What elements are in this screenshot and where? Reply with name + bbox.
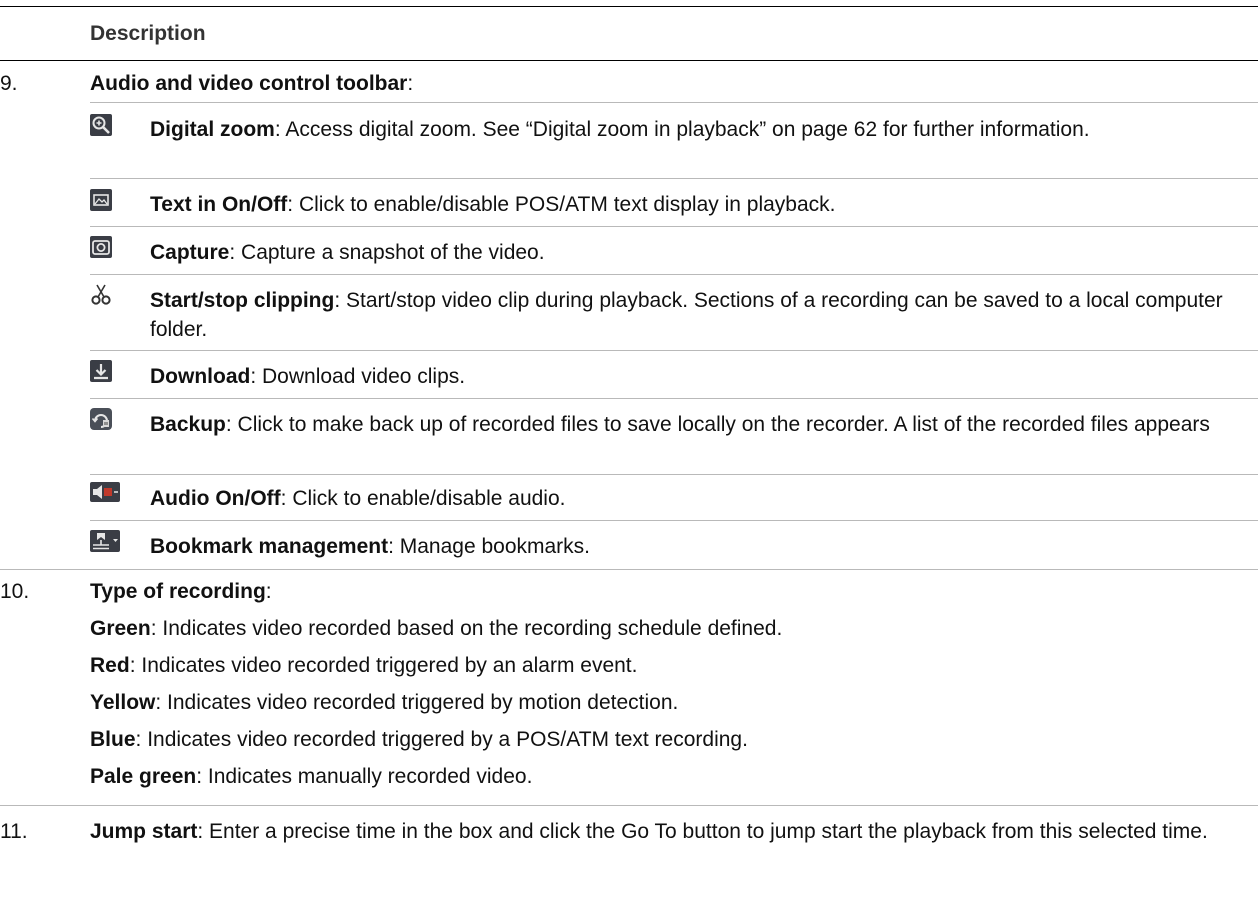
backup-icon — [90, 408, 112, 430]
pale-green-recording-item: Pale green: Indicates manually recorded … — [90, 765, 533, 788]
bookmark-description: Bookmark management: Manage bookmarks. — [150, 535, 591, 558]
item-10-heading: Type of recording: — [90, 580, 272, 603]
row-divider — [90, 102, 1258, 103]
audio-icon — [90, 482, 120, 502]
row-divider — [90, 178, 1258, 179]
bookmark-icon — [90, 530, 120, 552]
red-recording-item: Red: Indicates video recorded triggered … — [90, 654, 638, 677]
row-divider — [90, 520, 1258, 521]
row-divider — [90, 274, 1258, 275]
item-divider — [0, 805, 1258, 806]
audio-description: Audio On/Off: Click to enable/disable au… — [150, 487, 566, 510]
table-header: Description — [90, 22, 206, 45]
item-number-9: 9. — [0, 72, 18, 95]
camera-icon — [90, 236, 112, 258]
yellow-recording-item: Yellow: Indicates video recorded trigger… — [90, 691, 679, 714]
zoom-in-icon — [90, 114, 112, 136]
text-in-description: Text in On/Off: Click to enable/disable … — [150, 193, 836, 216]
text-overlay-icon — [90, 189, 112, 211]
item-divider — [0, 569, 1258, 570]
download-description: Download: Download video clips. — [150, 365, 466, 388]
capture-description: Capture: Capture a snapshot of the video… — [150, 241, 545, 264]
backup-description: Backup: Click to make back up of recorde… — [150, 413, 1210, 436]
download-icon — [90, 360, 112, 382]
row-divider — [90, 398, 1258, 399]
table-top-rule — [0, 6, 1258, 7]
scissors-icon — [90, 284, 112, 306]
item-9-heading: Audio and video control toolbar: — [90, 72, 414, 95]
green-recording-item: Green: Indicates video recorded based on… — [90, 617, 783, 640]
item-11-description: Jump start: Enter a precise time in the … — [90, 820, 1208, 843]
row-divider — [90, 350, 1258, 351]
row-divider — [90, 226, 1258, 227]
table-header-rule — [0, 60, 1258, 61]
digital-zoom-description: Digital zoom: Access digital zoom. See “… — [150, 118, 1090, 141]
item-number-10: 10. — [0, 580, 30, 603]
clipping-description: Start/stop clipping: Start/stop video cl… — [150, 289, 1223, 341]
item-number-11: 11. — [0, 820, 28, 843]
blue-recording-item: Blue: Indicates video recorded triggered… — [90, 728, 748, 751]
document-page: Description 9. Audio and video control t… — [0, 0, 1258, 924]
row-divider — [90, 474, 1258, 475]
